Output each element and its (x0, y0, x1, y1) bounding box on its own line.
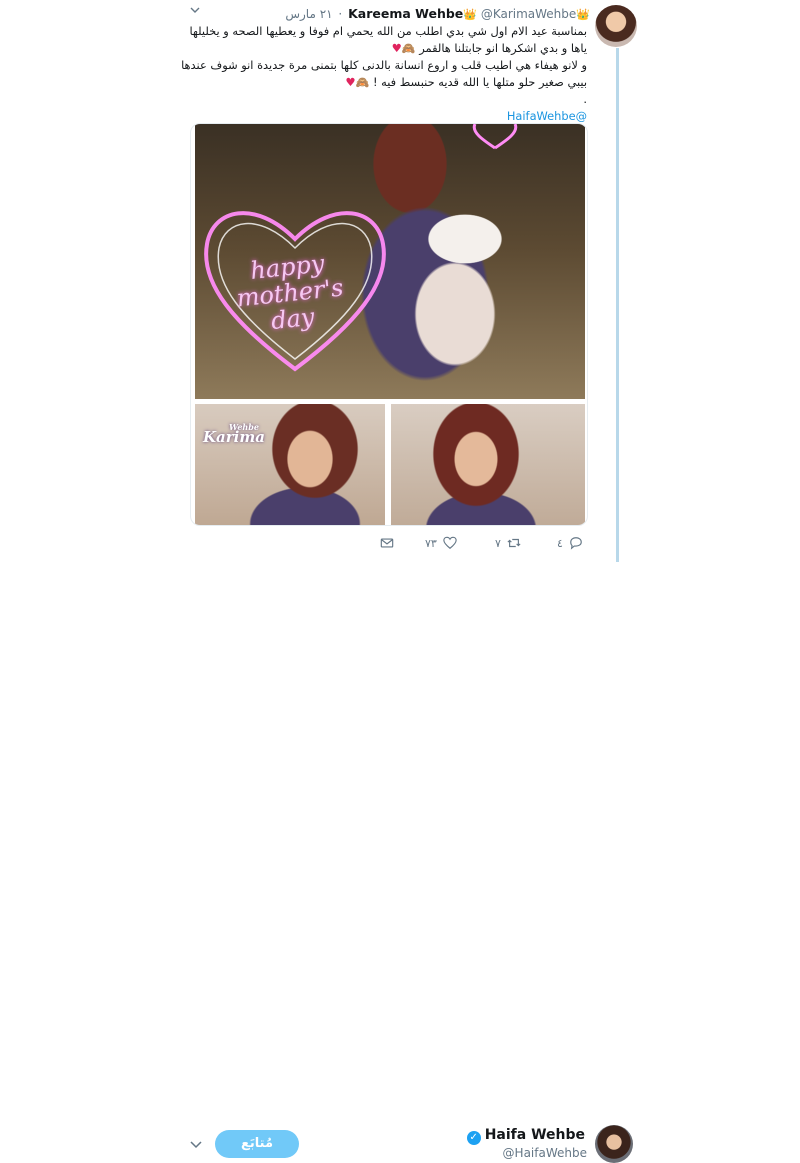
retweet-icon (507, 538, 521, 548)
avatar[interactable] (595, 5, 637, 47)
like-count: ٧٣ (425, 536, 437, 550)
user-handle[interactable]: @HaifaWehbe (503, 1146, 587, 1160)
tweet-line-text: بيبي صغير حلو متلها يا الله قديه حنبسط ف… (372, 75, 587, 89)
tweet-line-text: ياها و بدي اشكرها انو جابتلنا هالقمر (419, 41, 587, 55)
photo-small-right[interactable] (391, 404, 585, 525)
heart-emoji-icon: ♥ (391, 41, 402, 55)
watermark: Wehbe Karima (203, 422, 265, 446)
envelope-icon (380, 538, 394, 548)
retweet-action[interactable]: ٧ (495, 536, 521, 550)
user-handle[interactable]: @KarimaWehbe (481, 7, 576, 21)
tweet-line: . (583, 92, 587, 106)
separator-dot: · (338, 7, 343, 21)
heart-outline-icon (443, 536, 457, 549)
tweet-line: بيبي صغير حلو متلها يا الله قديه حنبسط ف… (192, 74, 587, 91)
photo-main[interactable]: happy mother's day (195, 124, 585, 399)
media-grid[interactable]: happy mother's day Wehbe Karima (190, 123, 588, 526)
tweet-line: ياها و بدي اشكرها انو جابتلنا هالقمر 🙈♥ (192, 40, 587, 57)
tweet[interactable]: 👑Kareema Wehbe👑 @KarimaWehbe · ٢١ مارس ب… (0, 0, 800, 562)
next-tweet-header: مُتابَع ✓ Haifa Wehbe @HaifaWehbe (0, 560, 800, 1163)
following-button[interactable]: مُتابَع (215, 1130, 299, 1158)
photo-small-left[interactable]: Wehbe Karima (195, 404, 385, 525)
retweet-count: ٧ (495, 536, 501, 550)
tweet-actions: ٤ ٧ ٧٣ (375, 536, 590, 554)
avatar[interactable] (595, 1125, 633, 1163)
display-name-text: Haifa Wehbe (484, 1127, 585, 1143)
tweet-date[interactable]: ٢١ مارس (285, 7, 332, 21)
watermark-text: Karima (203, 428, 265, 446)
thread-line (616, 48, 619, 562)
crown-icon: 👑 (576, 8, 590, 21)
display-name[interactable]: Kareema Wehbe (348, 6, 463, 21)
reply-count: ٤ (557, 536, 563, 550)
mention-link[interactable]: @HaifaWehbe (507, 109, 587, 123)
mothers-day-text: happy mother's day (231, 248, 349, 337)
monkey-emoji-icon: 🙈 (401, 42, 416, 55)
reply-action[interactable]: ٤ (557, 536, 583, 550)
neon-heart-small-graphic (472, 124, 518, 150)
monkey-emoji-icon: 🙈 (355, 76, 370, 89)
tweet-text: بمناسبة عيد الام اول شي بدي اطلب من الله… (181, 23, 587, 125)
verified-badge-icon: ✓ (466, 1131, 481, 1145)
crown-icon: 👑 (463, 8, 477, 21)
chevron-down-icon[interactable] (190, 1140, 202, 1149)
tweet-header: 👑Kareema Wehbe👑 @KarimaWehbe · ٢١ مارس (220, 6, 590, 21)
reply-icon (570, 537, 582, 550)
tweet-line: و لانو هيفاء هي اطيب قلب و اروع انسانة ب… (181, 58, 587, 72)
like-action[interactable]: ٧٣ (425, 536, 457, 550)
display-name[interactable]: ✓ Haifa Wehbe (466, 1127, 585, 1145)
heart-emoji-icon: ♥ (345, 75, 356, 89)
tweet-line: بمناسبة عيد الام اول شي بدي اطلب من الله… (189, 24, 587, 38)
chevron-down-icon[interactable] (190, 6, 200, 14)
message-action[interactable] (380, 536, 394, 550)
